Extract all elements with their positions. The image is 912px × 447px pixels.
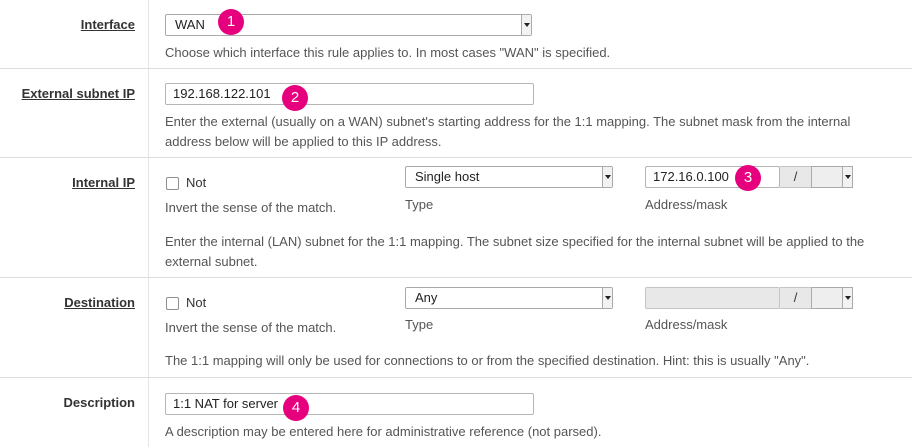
label-divider: [148, 378, 149, 447]
destination-address-input[interactable]: [645, 287, 780, 309]
internal-ip-label: Internal IP: [72, 175, 135, 190]
destination-type-select[interactable]: Any: [405, 287, 613, 309]
interface-help: Choose which interface this rule applies…: [165, 45, 611, 60]
destination-not-help: Invert the sense of the match.: [165, 320, 337, 335]
label-divider: [148, 158, 149, 277]
description-label: Description: [63, 395, 135, 410]
step-badge-2: 2: [282, 85, 308, 111]
destination-label: Destination: [64, 295, 135, 310]
chevron-down-icon: [521, 15, 531, 35]
destination-not-label: Not: [186, 295, 207, 310]
step-badge-3: 3: [735, 165, 761, 191]
internal-ip-help-line1: Enter the internal (LAN) subnet for the …: [165, 234, 865, 249]
external-subnet-help-line1: Enter the external (usually on a WAN) su…: [165, 114, 851, 129]
internal-ip-type-value: Single host: [415, 169, 480, 184]
destination-not-checkbox[interactable]: [166, 297, 179, 310]
destination-mask-select[interactable]: [811, 287, 853, 309]
external-subnet-label: External subnet IP: [21, 86, 135, 101]
destination-help: The 1:1 mapping will only be used for co…: [165, 353, 810, 368]
internal-ip-type-select[interactable]: Single host: [405, 166, 613, 188]
chevron-down-icon: [842, 288, 852, 308]
interface-label: Interface: [80, 17, 135, 32]
description-input[interactable]: 1:1 NAT for server: [165, 393, 534, 415]
description-row: Description 1:1 NAT for server A descrip…: [0, 378, 912, 447]
internal-ip-not-checkbox[interactable]: [166, 177, 179, 190]
external-subnet-input[interactable]: 192.168.122.101: [165, 83, 534, 105]
label-divider: [148, 0, 149, 68]
destination-mask-label: Address/mask: [645, 317, 728, 332]
description-value: 1:1 NAT for server: [173, 396, 278, 411]
internal-ip-address-value: 172.16.0.100: [653, 169, 729, 184]
internal-ip-not-help: Invert the sense of the match.: [165, 200, 337, 215]
label-divider: [148, 278, 149, 377]
destination-slash: /: [780, 287, 812, 309]
chevron-down-icon: [602, 167, 612, 187]
external-subnet-row: External subnet IP 192.168.122.101 Enter…: [0, 69, 912, 158]
internal-ip-row: Internal IP Not Invert the sense of the …: [0, 158, 912, 278]
internal-ip-help-line2: external subnet.: [165, 254, 258, 269]
internal-ip-mask-select[interactable]: [811, 166, 853, 188]
chevron-down-icon: [602, 288, 612, 308]
description-help: A description may be entered here for ad…: [165, 424, 602, 439]
internal-ip-mask-label: Address/mask: [645, 197, 728, 212]
step-badge-1: 1: [218, 9, 244, 35]
interface-row: Interface WAN Choose which interface thi…: [0, 0, 912, 69]
step-badge-4: 4: [283, 395, 309, 421]
internal-ip-slash: /: [780, 166, 812, 188]
internal-ip-not-label: Not: [186, 175, 207, 190]
internal-ip-type-label: Type: [405, 197, 434, 212]
external-subnet-help-line2: address below will be applied to this IP…: [165, 134, 442, 149]
chevron-down-icon: [842, 167, 852, 187]
destination-row: Destination Not Invert the sense of the …: [0, 278, 912, 378]
destination-type-value: Any: [415, 290, 438, 305]
label-divider: [148, 69, 149, 157]
interface-select-value: WAN: [175, 17, 205, 32]
external-subnet-value: 192.168.122.101: [173, 86, 271, 101]
destination-type-label: Type: [405, 317, 434, 332]
